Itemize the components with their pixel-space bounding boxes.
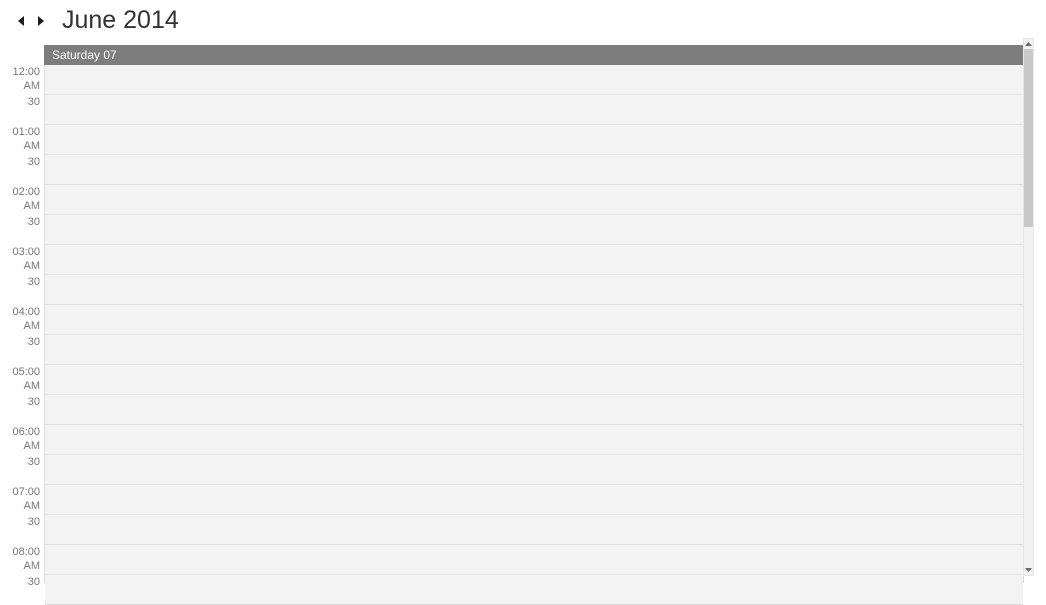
time-slot[interactable] (45, 95, 1023, 125)
time-label: 03:00 AM (0, 245, 44, 275)
time-label: 05:00 AM (0, 365, 44, 395)
next-arrow-icon[interactable] (34, 11, 48, 31)
scroll-up-icon[interactable] (1024, 39, 1033, 49)
time-slot[interactable] (45, 215, 1023, 245)
time-slot[interactable] (45, 125, 1023, 155)
time-label: 02:00 AM (0, 185, 44, 215)
time-slot[interactable] (45, 395, 1023, 425)
time-label: 07:00 AM (0, 485, 44, 515)
calendar-title: June 2014 (62, 6, 179, 35)
time-slot[interactable] (45, 455, 1023, 485)
time-label: 04:00 AM (0, 305, 44, 335)
time-label: 30 (0, 275, 44, 305)
scroll-down-icon[interactable] (1024, 565, 1033, 575)
time-label: 06:00 AM (0, 425, 44, 455)
time-slot[interactable] (45, 485, 1023, 515)
time-slot[interactable] (45, 65, 1023, 95)
time-label: 30 (0, 155, 44, 185)
calendar-header: June 2014 (0, 0, 1046, 45)
time-label: 30 (0, 575, 44, 605)
time-slot[interactable] (45, 575, 1023, 605)
time-slot[interactable] (45, 545, 1023, 575)
time-slots-column[interactable] (44, 65, 1024, 583)
day-header[interactable]: Saturday 07 (44, 45, 1024, 65)
time-slot[interactable] (45, 425, 1023, 455)
time-slot[interactable] (45, 515, 1023, 545)
time-slot[interactable] (45, 245, 1023, 275)
time-label: 08:00 AM (0, 545, 44, 575)
time-label: 30 (0, 395, 44, 425)
time-label: 30 (0, 335, 44, 365)
day-header-row: Saturday 07 (44, 45, 1024, 65)
vertical-scrollbar[interactable] (1023, 38, 1034, 576)
time-label: 12:00 AM (0, 65, 44, 95)
time-grid: 12:00 AM3001:00 AM3002:00 AM3003:00 AM30… (0, 65, 1024, 583)
time-slot[interactable] (45, 365, 1023, 395)
time-label-column: 12:00 AM3001:00 AM3002:00 AM3003:00 AM30… (0, 65, 44, 583)
time-label: 30 (0, 455, 44, 485)
time-slot[interactable] (45, 155, 1023, 185)
prev-arrow-icon[interactable] (14, 11, 28, 31)
time-slot[interactable] (45, 185, 1023, 215)
time-label: 30 (0, 215, 44, 245)
time-label: 30 (0, 515, 44, 545)
time-slot[interactable] (45, 335, 1023, 365)
time-label: 01:00 AM (0, 125, 44, 155)
scroll-thumb[interactable] (1024, 49, 1033, 227)
time-slot[interactable] (45, 305, 1023, 335)
time-slot[interactable] (45, 275, 1023, 305)
time-label: 30 (0, 95, 44, 125)
